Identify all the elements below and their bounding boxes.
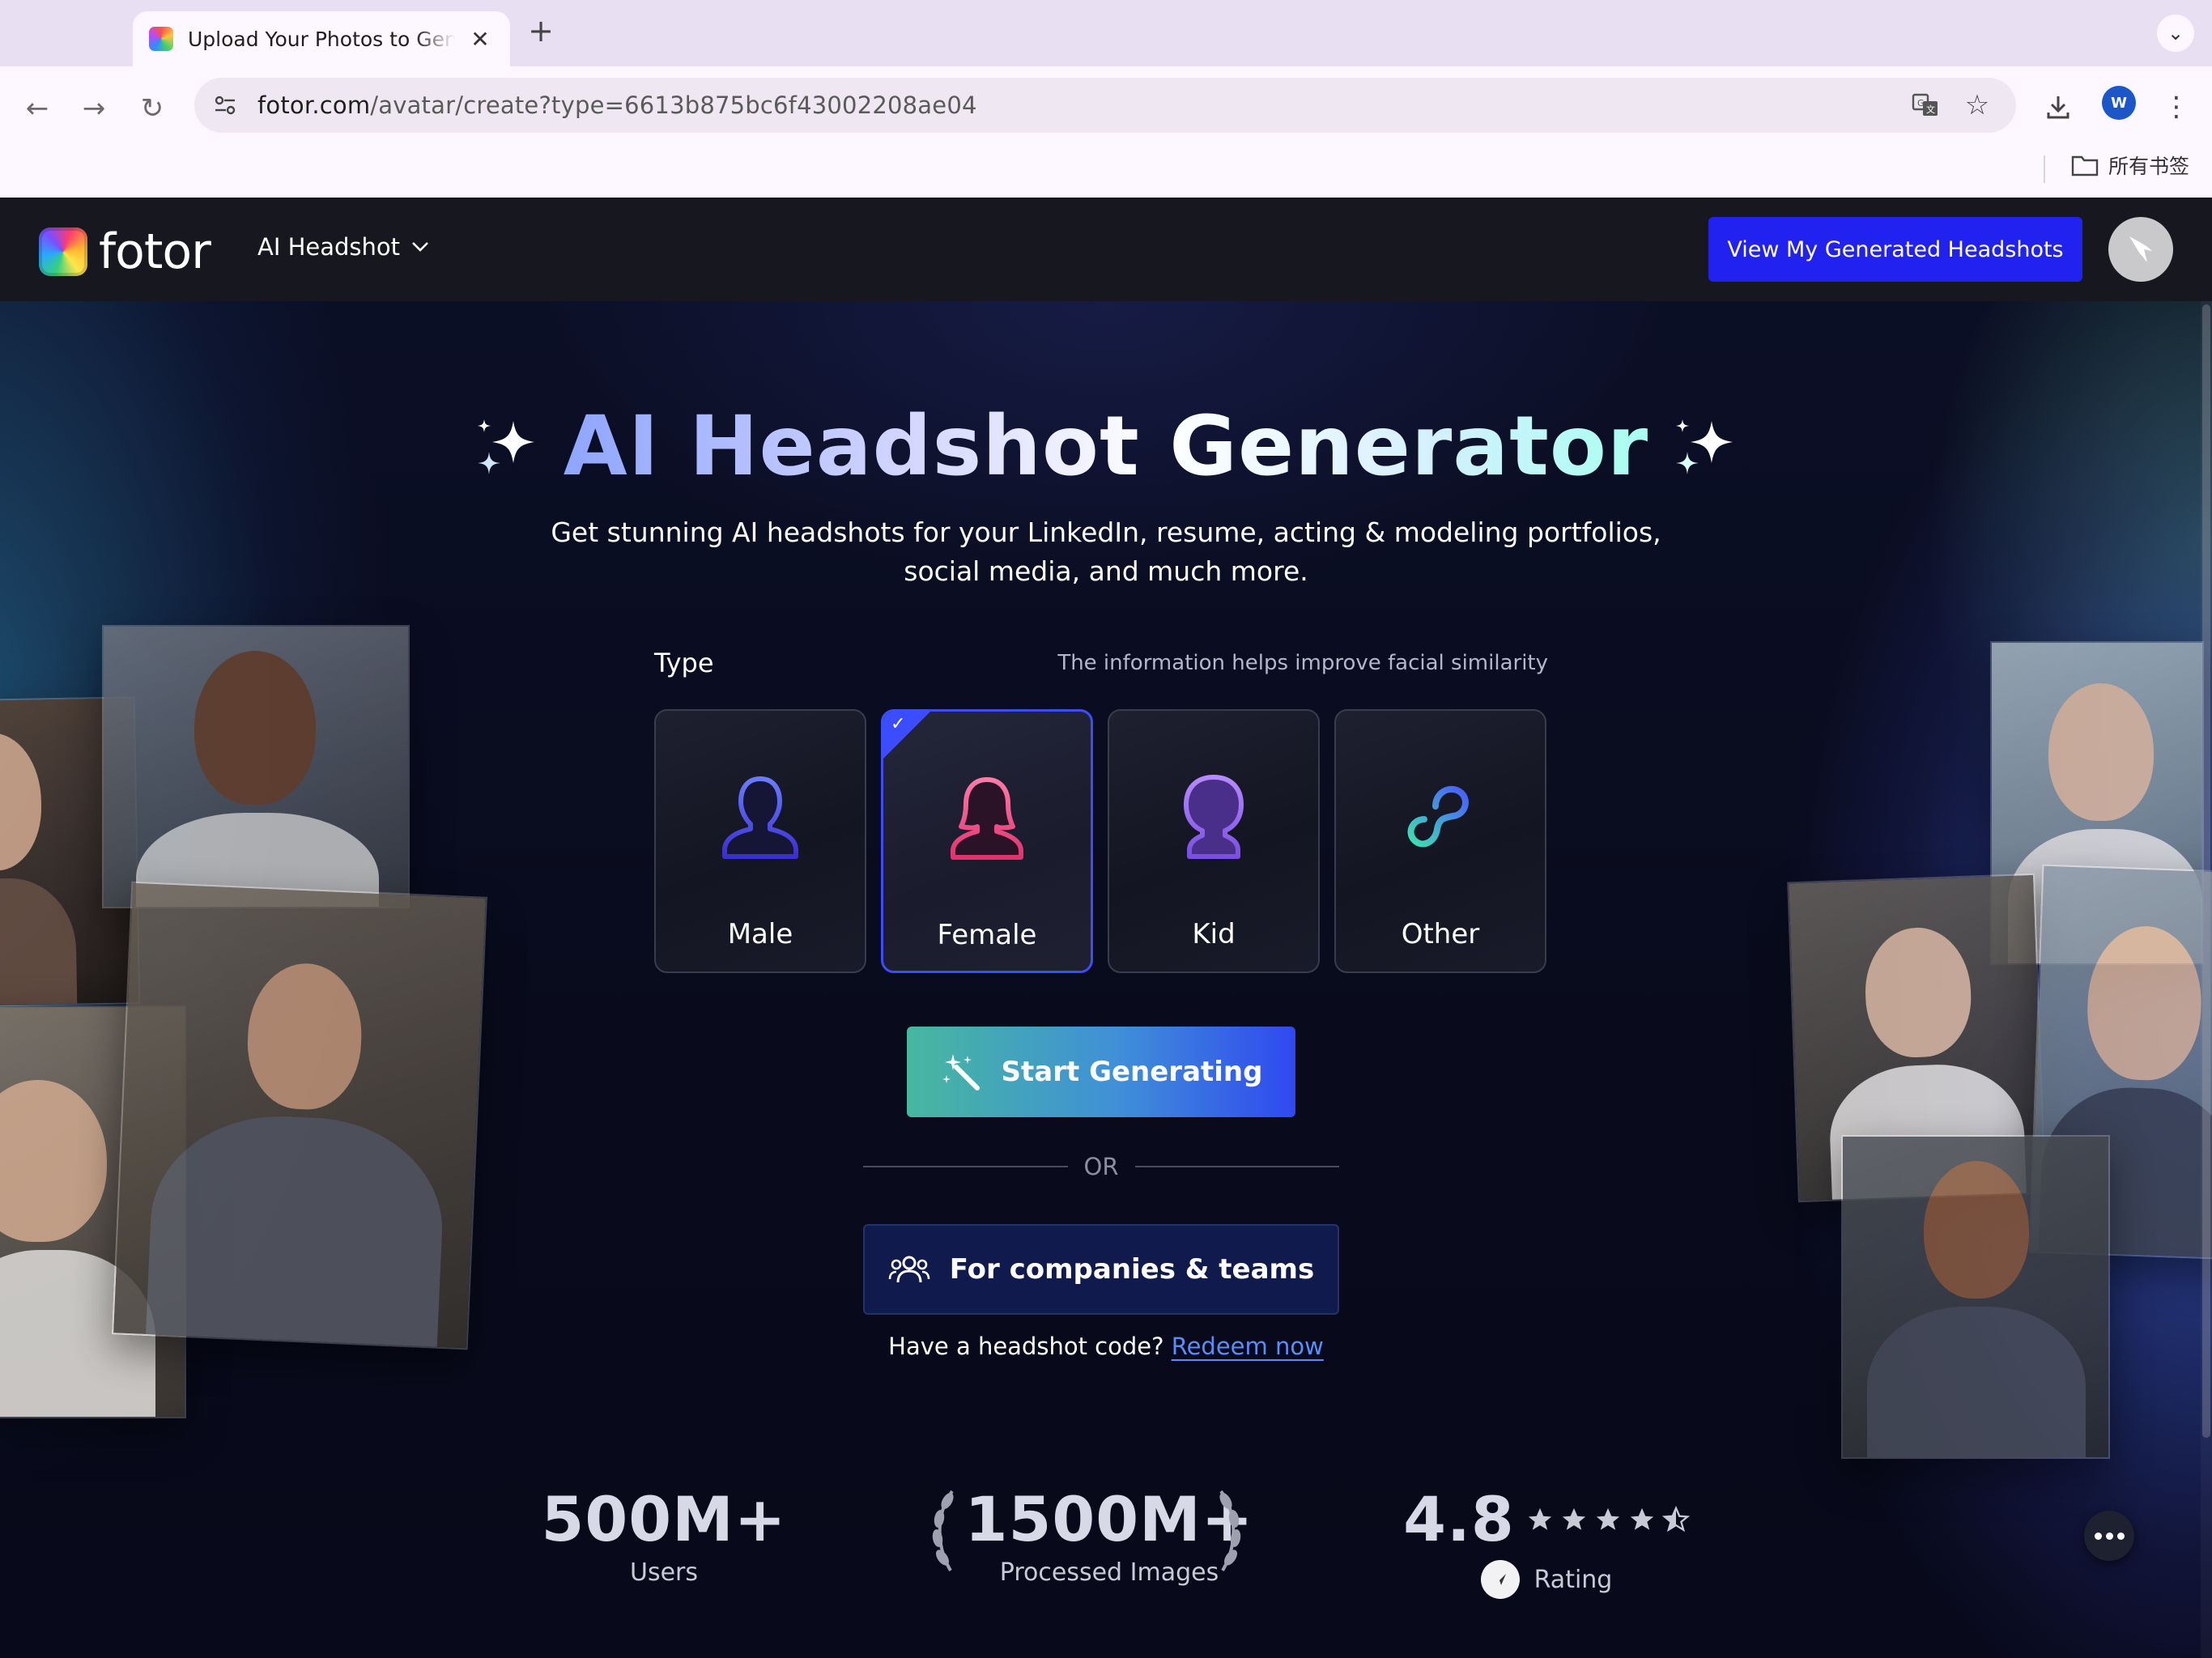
close-tab-icon[interactable]: ✕ xyxy=(466,26,494,53)
star-icon xyxy=(1528,1507,1551,1530)
sample-photo-young-man xyxy=(1841,1135,2110,1459)
stat-users-label: Users xyxy=(629,1558,698,1587)
view-generated-headshots-button[interactable]: View My Generated Headshots xyxy=(1708,217,2082,282)
selected-check-badge: ✓ xyxy=(883,712,930,759)
female-icon xyxy=(951,777,1023,860)
sparkle-icon xyxy=(477,419,534,474)
laurel-right-icon xyxy=(1219,1490,1241,1572)
or-label: OR xyxy=(1083,1153,1119,1180)
all-bookmarks[interactable]: 所有书签 xyxy=(2071,151,2189,180)
start-generating-button[interactable]: Start Generating xyxy=(907,1027,1295,1117)
hero-section: AI Headshot Generator Get stunning AI he… xyxy=(0,301,2212,1658)
type-option-label: Kid xyxy=(1192,918,1236,950)
dot-icon xyxy=(2116,1532,2125,1540)
svg-text:文: 文 xyxy=(1926,104,1935,115)
type-option-label: Female xyxy=(937,919,1037,951)
forward-arrow-icon[interactable]: → xyxy=(73,87,115,130)
fotor-logo[interactable]: fotor xyxy=(39,223,211,280)
or-divider: OR xyxy=(863,1153,1340,1180)
browser-toolbar: ← → ↻ fotor.com/avatar/create?type=6613b… xyxy=(0,66,2212,207)
url-text: fotor.com/avatar/create?type=6613b875bc6… xyxy=(257,91,977,119)
page-subtitle: Get stunning AI headshots for your Linke… xyxy=(551,517,1661,587)
redeem-prefix: Have a headshot code? xyxy=(888,1333,1164,1360)
site-header: fotor AI Headshot View My Generated Head… xyxy=(0,198,2212,301)
rating-source-logo-icon xyxy=(1480,1560,1520,1599)
type-option-other[interactable]: Other xyxy=(1334,709,1546,973)
address-bar[interactable]: fotor.com/avatar/create?type=6613b875bc6… xyxy=(194,78,2016,133)
chevron-down-icon xyxy=(412,242,428,252)
type-options: Male ✓ Female Kid Other xyxy=(654,709,1546,973)
page-scrollbar-thumb[interactable] xyxy=(2202,304,2210,1438)
type-label: Type xyxy=(654,648,714,678)
star-icon xyxy=(1562,1507,1585,1530)
redeem-row: Have a headshot code? Redeem now xyxy=(0,1333,2212,1360)
sparkle-icon xyxy=(1676,419,1733,474)
star-icon xyxy=(1630,1507,1653,1530)
profile-avatar[interactable]: W xyxy=(2102,86,2136,120)
kid-icon xyxy=(1184,775,1244,859)
start-generating-label: Start Generating xyxy=(1001,1056,1263,1088)
back-arrow-icon[interactable]: ← xyxy=(16,87,58,130)
dot-icon xyxy=(2094,1532,2102,1540)
type-option-male[interactable]: Male xyxy=(654,709,866,973)
chat-more-button[interactable] xyxy=(2084,1511,2134,1561)
bookmark-star-icon[interactable]: ☆ xyxy=(1958,86,1997,125)
logo-text: fotor xyxy=(99,223,211,280)
type-hint: The information helps improve facial sim… xyxy=(1057,651,1548,675)
bird-avatar-icon xyxy=(2129,236,2152,262)
bookmarks-divider xyxy=(2044,155,2045,183)
star-icon xyxy=(1596,1507,1619,1530)
site-settings-icon[interactable] xyxy=(204,84,246,126)
fotor-logo-icon xyxy=(39,227,87,276)
type-option-female[interactable]: ✓ Female xyxy=(881,709,1093,973)
tab-title: Upload Your Photos to Generate AI Headsh… xyxy=(188,27,455,51)
half-star-icon xyxy=(1661,1505,1690,1532)
check-icon: ✓ xyxy=(891,714,906,734)
page-title: AI Headshot Generator xyxy=(563,398,1649,495)
stat-users: 500M+ Users xyxy=(518,1483,810,1587)
male-icon xyxy=(722,776,798,859)
dot-icon xyxy=(2105,1532,2113,1540)
stat-rating-number: 4.8 xyxy=(1403,1483,1515,1555)
type-option-label: Other xyxy=(1401,918,1480,950)
product-menu-label: AI Headshot xyxy=(257,233,401,261)
user-avatar[interactable] xyxy=(2108,217,2173,282)
browser-menu-icon[interactable]: ⋮ xyxy=(2154,84,2199,130)
product-menu-dropdown[interactable]: AI Headshot xyxy=(257,233,429,261)
stat-rating-label: Rating xyxy=(1534,1565,1613,1594)
tab-search-chevron-icon[interactable]: ⌄ xyxy=(2157,15,2194,52)
team-users-icon xyxy=(888,1256,930,1283)
sample-photo-man-smiling xyxy=(102,625,410,908)
translate-icon[interactable]: G文 xyxy=(1906,86,1945,125)
new-tab-icon[interactable]: + xyxy=(525,13,557,49)
redeem-now-link[interactable]: Redeem now xyxy=(1172,1333,1324,1360)
browser-tab[interactable]: Upload Your Photos to Generate AI Headsh… xyxy=(133,11,510,66)
all-bookmarks-label: 所有书签 xyxy=(2108,155,2190,178)
companies-teams-button[interactable]: For companies & teams xyxy=(863,1224,1339,1315)
svg-text:G: G xyxy=(1917,98,1925,108)
title-row: AI Headshot Generator xyxy=(0,398,2212,495)
type-option-label: Male xyxy=(727,918,793,950)
reload-icon[interactable]: ↻ xyxy=(131,87,173,130)
fotor-favicon-icon xyxy=(149,27,173,51)
laurel-left-icon xyxy=(932,1490,954,1572)
rating-stars xyxy=(1526,1505,1690,1533)
stat-users-number: 500M+ xyxy=(541,1483,787,1555)
folder-icon xyxy=(2071,155,2099,176)
infinity-other-icon xyxy=(1407,785,1469,848)
companies-teams-label: For companies & teams xyxy=(949,1253,1315,1286)
download-icon[interactable] xyxy=(2035,84,2081,130)
sample-photo-businessman xyxy=(111,881,488,1350)
magic-wand-icon xyxy=(942,1054,980,1090)
stat-rating: 4.8 Rating xyxy=(1376,1483,1716,1599)
type-option-kid[interactable]: Kid xyxy=(1108,709,1320,973)
tab-strip: Upload Your Photos to Generate AI Headsh… xyxy=(0,0,2212,66)
